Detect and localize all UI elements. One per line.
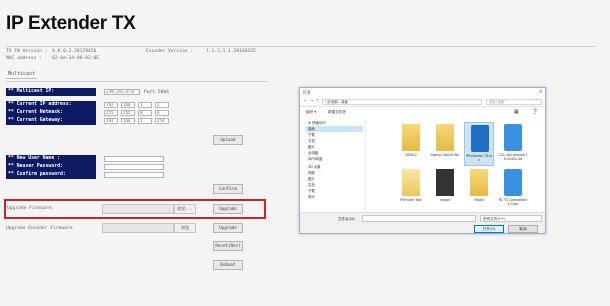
ip-octet-3[interactable]: 1 [138, 102, 152, 108]
file-grid: 180612 Always Switch Bin IPExtender TX.b… [370, 120, 541, 212]
encoder-browse-button[interactable]: 浏览 [174, 223, 196, 233]
help-icon[interactable]: ❓ [532, 109, 538, 115]
folder-tree: ★ 快速访问 桌面 下载 文档 图片 此电脑 WPS网盘 3D 对象 视频 图片… [304, 120, 366, 212]
file-name: IPExtender TX.bin [465, 154, 493, 162]
file-name: Model [474, 198, 484, 202]
multicast-ip-input[interactable]: 239.255.0.0 [104, 89, 140, 95]
ip-octet-1[interactable]: 192 [104, 102, 118, 108]
view-options-icon[interactable]: ▦ [514, 109, 519, 115]
dialog-title: 打开 [300, 88, 545, 97]
upgrade-encoder-label: Upgrade Encoder Firmware: [6, 226, 76, 231]
netmask-octet-4[interactable]: 0 [155, 110, 169, 116]
netmask-octet-1[interactable]: 255 [104, 110, 118, 116]
address-bar[interactable]: › 此电脑 › 桌面 [322, 99, 482, 105]
encoder-file-field[interactable] [102, 223, 174, 233]
file-name: RFmodel Test [400, 198, 422, 202]
file-item[interactable]: 180612 [396, 122, 426, 166]
dialog-footer: 文件名(N): 所有文件(*.*) 打开(O) 取消 [300, 212, 545, 233]
tab-multicast[interactable]: Multicast [6, 70, 38, 79]
file-name: C21-18-Lastestk-TX-n0402-06 [498, 153, 528, 161]
confirm-button[interactable]: Confirm [213, 184, 243, 194]
forward-arrow-icon[interactable]: → [310, 98, 313, 103]
file-name: RC TC Compatible 1.0.bin [498, 198, 528, 206]
up-arrow-icon[interactable]: ↑ [316, 98, 319, 103]
multicast-ip-label: ** Multicast IP: [6, 88, 96, 96]
file-bin-icon [504, 169, 522, 196]
account-label-block: ** New User Name : ** Neuser Password: *… [6, 155, 96, 179]
firmware-file-field[interactable] [102, 204, 174, 214]
mac-label: MAC address : [6, 56, 42, 61]
encoder-version-label: Encoder Version : [146, 49, 194, 54]
organize-menu[interactable]: 组织 ▾ [306, 110, 316, 115]
network-label-block: ** Current IP address: ** Current Netmas… [6, 101, 96, 125]
open-file-dialog: 打开 ✕ ← → ↑ › 此电脑 › 桌面 搜索"桌面" 组织 ▾ 新建文件夹 … [299, 87, 546, 234]
netmask-octet-3[interactable]: 0 [138, 110, 152, 116]
folder-icon [436, 124, 454, 151]
multicast-port-text: Port 5004 [144, 90, 169, 95]
folder-icon [402, 169, 420, 196]
file-bin-icon [504, 124, 522, 151]
filename-label: 文件名(N): [338, 217, 356, 221]
upgrade-firmware-button[interactable]: Upgrade [213, 204, 243, 214]
filename-input[interactable] [362, 215, 476, 222]
file-bin-icon [471, 125, 489, 152]
current-netmask-label: ** Current Netmask: [8, 110, 63, 115]
file-item[interactable]: RFmodel Test [396, 167, 426, 211]
new-folder-button[interactable]: 新建文件夹 [328, 110, 346, 115]
header-divider [6, 46, 596, 47]
file-item[interactable]: Image [430, 167, 460, 211]
file-name: Image [440, 198, 450, 202]
close-icon[interactable]: ✕ [539, 88, 542, 97]
folder-icon [470, 169, 488, 196]
confirm-password-label: ** Confirm password: [8, 172, 66, 177]
file-item[interactable]: Model [464, 167, 494, 211]
current-gateway-label: ** Current Gateway: [8, 118, 63, 123]
file-item[interactable]: RC TC Compatible 1.0.bin [498, 167, 528, 211]
netmask-octet-2[interactable]: 255 [121, 110, 135, 116]
upload-button[interactable]: Upload [213, 135, 243, 145]
reboot-button[interactable]: Reboot [213, 260, 243, 270]
confirm-password-input[interactable] [104, 172, 164, 178]
gateway-octet-4[interactable]: 254 [155, 118, 169, 124]
image-file-icon [436, 169, 454, 196]
reset-button[interactable]: Reset(Res) [213, 241, 243, 251]
gateway-octet-3[interactable]: 1 [138, 118, 152, 124]
username-input[interactable] [104, 156, 164, 162]
cancel-button[interactable]: 取消 [508, 225, 538, 233]
tree-item[interactable]: 音乐 [308, 194, 315, 200]
file-item[interactable]: Always Switch Bin [430, 122, 460, 166]
file-item-selected[interactable]: IPExtender TX.bin [464, 122, 494, 166]
upgrade-firmware-label: Upgrade Firmware: [7, 206, 55, 211]
gateway-octet-1[interactable]: 192 [104, 118, 118, 124]
tx-fw-value: 4.6.0.2.20170426 [52, 49, 97, 54]
search-input[interactable]: 搜索"桌面" [486, 99, 542, 105]
encoder-version-value: 1.1.2.1.1.20160425 [206, 49, 256, 54]
tx-fw-label: TX FW Version : [6, 49, 48, 54]
firmware-browse-button[interactable]: 浏览... [174, 204, 196, 214]
mac-value: 02-0e-34-00-02-0E [52, 56, 100, 61]
file-name: Always Switch Bin [430, 153, 460, 157]
tab-divider [6, 81, 268, 82]
current-ip-label: ** Current IP address: [8, 102, 72, 107]
filetype-select[interactable]: 所有文件(*.*) [480, 215, 542, 222]
open-button[interactable]: 打开(O) [474, 225, 504, 233]
dialog-toolbar: 组织 ▾ 新建文件夹 ▦ ❓ [300, 108, 545, 117]
back-arrow-icon[interactable]: ← [304, 98, 307, 103]
password-input[interactable] [104, 164, 164, 170]
ip-octet-2[interactable]: 168 [121, 102, 135, 108]
page-title: IP Extender TX [6, 13, 136, 34]
gateway-octet-2[interactable]: 168 [121, 118, 135, 124]
tree-item[interactable]: WPS网盘 [308, 156, 322, 162]
folder-icon [402, 124, 420, 151]
upgrade-encoder-button[interactable]: Upgrade [213, 223, 243, 233]
new-password-label: ** Neuser Password: [8, 164, 63, 169]
ip-octet-4[interactable]: 2 [155, 102, 169, 108]
file-item[interactable]: C21-18-Lastestk-TX-n0402-06 [498, 122, 528, 166]
file-name: 180612 [404, 153, 418, 157]
new-user-name-label: ** New User Name : [8, 156, 60, 161]
